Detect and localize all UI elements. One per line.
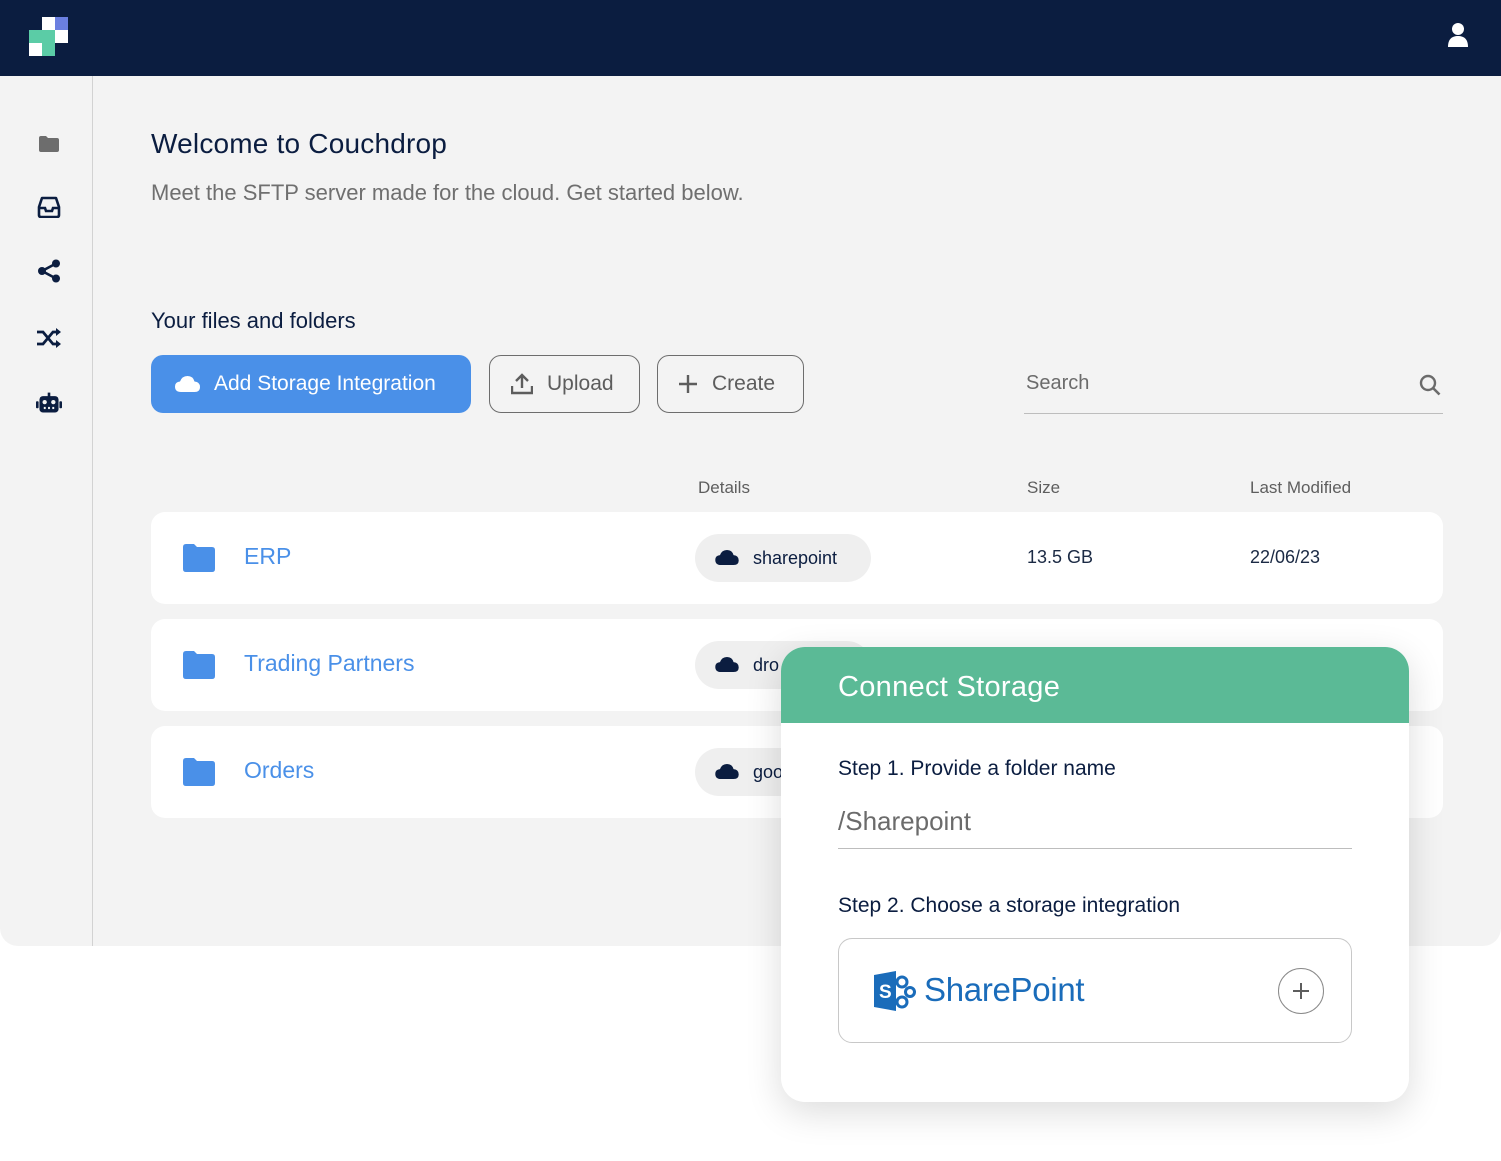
folder-icon[interactable] — [36, 131, 62, 157]
upload-label: Upload — [547, 372, 614, 395]
sidebar — [0, 76, 93, 946]
storage-badge-label: dro — [753, 655, 780, 675]
modal-header: Connect Storage — [781, 647, 1409, 723]
page-subtitle: Meet the SFTP server made for the cloud.… — [151, 180, 744, 205]
upload-icon — [511, 373, 533, 395]
section-title: Your files and folders — [151, 308, 356, 333]
step2-label: Step 2. Choose a storage integration — [838, 894, 1181, 917]
folder-icon — [183, 544, 215, 572]
robot-icon[interactable] — [36, 390, 62, 416]
search-input[interactable] — [1024, 371, 1388, 396]
column-header-details[interactable]: Details — [698, 478, 750, 498]
share-icon[interactable] — [36, 258, 62, 284]
sharepoint-integration-card[interactable]: S SharePoint — [838, 938, 1352, 1043]
folder-name-input[interactable] — [838, 806, 1338, 837]
plus-icon — [1293, 983, 1309, 999]
create-label: Create — [712, 372, 776, 395]
top-bar — [0, 0, 1501, 76]
folder-icon — [183, 651, 215, 679]
connect-storage-modal: Connect Storage Step 1. Provide a folder… — [781, 647, 1409, 1102]
storage-badge-label: goo — [753, 762, 784, 782]
user-icon[interactable] — [1445, 22, 1471, 48]
storage-badge: sharepoint — [695, 534, 871, 582]
add-storage-integration-button[interactable]: Add Storage Integration — [151, 355, 471, 413]
sharepoint-logo-icon: S — [874, 971, 916, 1011]
svg-text:S: S — [879, 982, 892, 1003]
row-name[interactable]: ERP — [244, 543, 291, 570]
search-box — [1024, 361, 1443, 414]
cloud-icon — [715, 764, 739, 779]
cloud-icon — [715, 657, 739, 672]
row-name[interactable]: Orders — [244, 757, 314, 784]
row-size: 13.5 GB — [1027, 547, 1094, 567]
row-name[interactable]: Trading Partners — [244, 650, 414, 677]
column-header-last-modified[interactable]: Last Modified — [1250, 478, 1351, 498]
folder-name-field — [838, 798, 1352, 849]
storage-badge-label: sharepoint — [753, 548, 838, 568]
table-row[interactable]: ERP sharepoint 13.5 GB 22/06/23 — [151, 512, 1443, 604]
cloud-icon — [715, 550, 739, 565]
plus-icon — [679, 375, 697, 393]
upload-button[interactable]: Upload — [489, 355, 640, 413]
integration-name: SharePoint — [924, 971, 1085, 1008]
modal-title: Connect Storage — [838, 671, 1061, 703]
add-storage-label: Add Storage Integration — [214, 372, 436, 395]
folder-icon — [183, 758, 215, 786]
inbox-icon[interactable] — [36, 194, 62, 220]
column-header-size[interactable]: Size — [1027, 478, 1060, 498]
row-modified: 22/06/23 — [1250, 547, 1321, 567]
shuffle-icon[interactable] — [36, 325, 62, 351]
create-button[interactable]: Create — [657, 355, 804, 413]
add-integration-button[interactable] — [1278, 968, 1324, 1014]
search-icon[interactable] — [1419, 374, 1441, 396]
cloud-icon — [175, 376, 200, 392]
step1-label: Step 1. Provide a folder name — [838, 757, 1116, 780]
page-title: Welcome to Couchdrop — [151, 128, 448, 159]
couchdrop-logo[interactable] — [29, 17, 69, 57]
